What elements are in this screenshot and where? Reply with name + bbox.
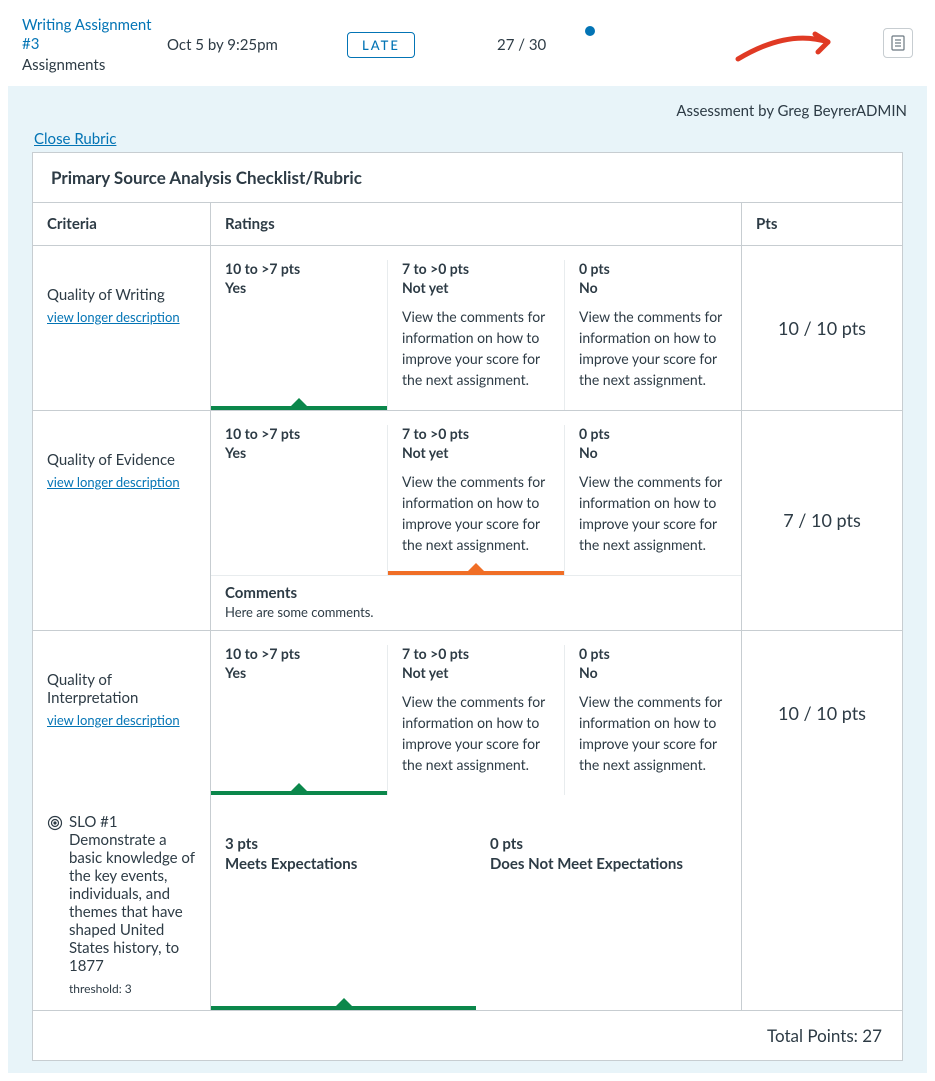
tier-points: 3 pts xyxy=(225,835,462,853)
selected-indicator xyxy=(211,1006,476,1010)
criteria-cell: Quality of Evidence view longer descript… xyxy=(33,411,211,630)
view-longer-description-link[interactable]: view longer description xyxy=(47,309,180,325)
tier-points: 10 to >7 pts xyxy=(225,645,373,662)
criteria-header: Criteria xyxy=(47,215,97,233)
rubric-row: Quality of Interpretation view longer de… xyxy=(33,631,902,795)
rating-tier[interactable]: 7 to >0 pts Not yet View the comments for… xyxy=(388,645,565,795)
rubric-title: Primary Source Analysis Checklist/Rubric xyxy=(33,153,902,203)
tier-label: Not yet xyxy=(402,279,550,296)
tier-description: View the comments for information on how… xyxy=(402,691,550,775)
rubric-row: Quality of Writing view longer descripti… xyxy=(33,246,902,411)
ratings-cell: 10 to >7 pts Yes 7 to >0 pts Not yet View … xyxy=(211,411,742,630)
comments-title: Comments xyxy=(225,584,727,602)
tier-points: 0 pts xyxy=(490,835,727,853)
late-badge: LATE xyxy=(347,32,415,58)
criteria-name: Quality of Writing xyxy=(47,286,196,304)
criteria-name: Quality of Interpretation xyxy=(47,671,196,707)
criterion-score: 10 / 10 pts xyxy=(742,631,902,795)
slo-criteria-text: SLO #1 Demonstrate a basic knowledge of … xyxy=(69,813,196,975)
rubric-icon xyxy=(890,35,906,51)
tier-description: View the comments for information on how… xyxy=(579,306,727,390)
close-rubric-link[interactable]: Close Rubric xyxy=(34,130,116,148)
rating-tier[interactable]: 0 pts No View the comments for informatio… xyxy=(565,260,741,410)
tier-description: View the comments for information on how… xyxy=(579,471,727,555)
tier-label: Not yet xyxy=(402,664,550,681)
comments-text: Here are some comments. xyxy=(225,604,727,620)
rating-tier[interactable]: 3 pts Meets Expectations xyxy=(211,835,476,1010)
rating-tier[interactable]: 0 pts Does Not Meet Expectations xyxy=(476,835,741,1010)
view-longer-description-link[interactable]: view longer description xyxy=(47,474,180,490)
ratings-cell: 10 to >7 pts Yes 7 to >0 pts Not yet View … xyxy=(211,246,742,410)
rubric-panel: Assessment by Greg BeyrerADMIN Close Rub… xyxy=(8,86,927,1073)
slo-criteria-cell: SLO #1 Demonstrate a basic knowledge of … xyxy=(33,795,211,1010)
comments-block: Comments Here are some comments. xyxy=(211,575,741,630)
total-points: Total Points: 27 xyxy=(33,1011,902,1060)
tier-points: 7 to >0 pts xyxy=(402,260,550,277)
rubric-row: Quality of Evidence view longer descript… xyxy=(33,411,902,631)
unread-dot-icon xyxy=(585,26,595,36)
slo-pts-cell xyxy=(742,795,902,1010)
tier-points: 7 to >0 pts xyxy=(402,425,550,442)
ratings-header: Ratings xyxy=(225,215,275,233)
tier-label: Not yet xyxy=(402,444,550,461)
rating-tier[interactable]: 0 pts No View the comments for informatio… xyxy=(565,425,741,575)
tier-description: View the comments for information on how… xyxy=(579,691,727,775)
rubric-row-slo: SLO #1 Demonstrate a basic knowledge of … xyxy=(33,795,902,1011)
tier-points: 7 to >0 pts xyxy=(402,645,550,662)
criterion-score: 10 / 10 pts xyxy=(742,246,902,410)
tier-points: 10 to >7 pts xyxy=(225,260,373,277)
selected-indicator xyxy=(388,571,564,575)
selected-indicator xyxy=(211,791,387,795)
tier-description: View the comments for information on how… xyxy=(402,471,550,555)
assignment-link[interactable]: Writing Assignment #3 xyxy=(22,16,167,54)
rubric-table: Primary Source Analysis Checklist/Rubric… xyxy=(32,152,903,1061)
tier-points: 0 pts xyxy=(579,425,727,442)
score-display: 27 / 30 xyxy=(497,36,607,54)
criteria-name: Quality of Evidence xyxy=(47,451,196,469)
rating-tier[interactable]: 10 to >7 pts Yes xyxy=(211,645,388,795)
tier-points: 0 pts xyxy=(579,260,727,277)
criteria-cell: Quality of Interpretation view longer de… xyxy=(33,631,211,795)
assessor-label: Assessment by Greg BeyrerADMIN xyxy=(8,86,927,130)
criteria-cell: Quality of Writing view longer descripti… xyxy=(33,246,211,410)
assignment-category: Assignments xyxy=(22,56,167,74)
rating-tier[interactable]: 7 to >0 pts Not yet View the comments for… xyxy=(388,425,565,575)
rubric-button[interactable] xyxy=(883,28,913,58)
rating-tier[interactable]: 10 to >7 pts Yes xyxy=(211,425,388,575)
tier-label: Yes xyxy=(225,279,373,296)
annotation-arrow xyxy=(607,26,883,66)
tier-label: Meets Expectations xyxy=(225,855,462,873)
tier-label: Yes xyxy=(225,664,373,681)
tier-label: Yes xyxy=(225,444,373,461)
slo-threshold: threshold: 3 xyxy=(69,981,196,996)
tier-description: View the comments for information on how… xyxy=(402,306,550,390)
rating-tier[interactable]: 10 to >7 pts Yes xyxy=(211,260,388,410)
tier-label: No xyxy=(579,279,727,296)
criterion-score: 7 / 10 pts xyxy=(742,411,902,630)
rubric-header-row: Criteria Ratings Pts xyxy=(33,203,902,246)
selected-indicator xyxy=(211,406,387,410)
ratings-cell: 10 to >7 pts Yes 7 to >0 pts Not yet View … xyxy=(211,631,742,795)
due-date: Oct 5 by 9:25pm xyxy=(167,36,347,54)
rating-tier[interactable]: 7 to >0 pts Not yet View the comments for… xyxy=(388,260,565,410)
rating-tier[interactable]: 0 pts No View the comments for informatio… xyxy=(565,645,741,795)
tier-points: 10 to >7 pts xyxy=(225,425,373,442)
tier-label: No xyxy=(579,664,727,681)
tier-label: No xyxy=(579,444,727,461)
view-longer-description-link[interactable]: view longer description xyxy=(47,712,180,728)
target-icon xyxy=(47,815,63,831)
tier-label: Does Not Meet Expectations xyxy=(490,855,727,873)
assignment-header: Writing Assignment #3 Assignments Oct 5 … xyxy=(0,0,935,86)
tier-points: 0 pts xyxy=(579,645,727,662)
assignment-title-block: Writing Assignment #3 Assignments xyxy=(22,16,167,74)
pts-header: Pts xyxy=(756,215,777,233)
